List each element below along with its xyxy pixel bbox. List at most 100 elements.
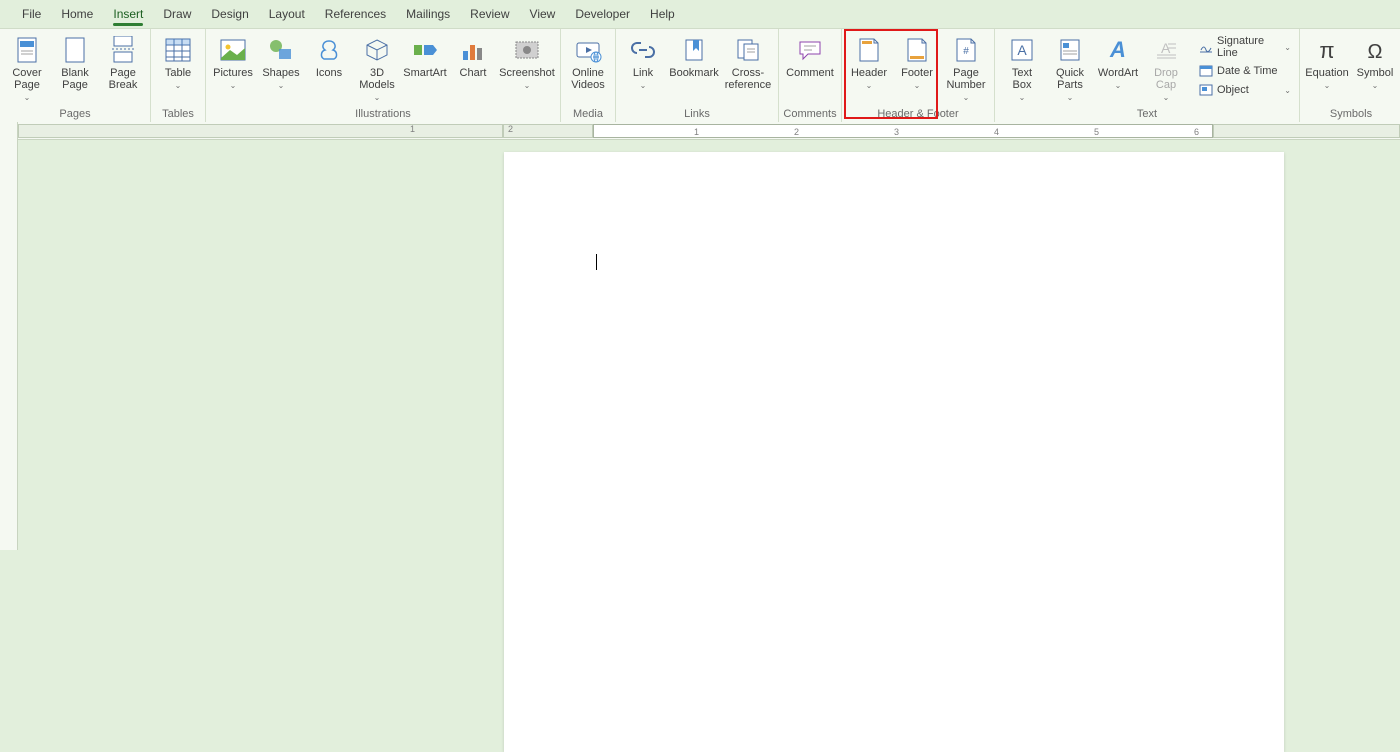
smartart-icon [410,35,440,65]
date-time-icon [1199,64,1213,78]
chevron-down-icon: ⌄ [374,93,381,102]
header-icon [854,35,884,65]
pictures-icon [218,35,248,65]
3d-models-button[interactable]: 3DModels ⌄ [354,31,400,105]
group-tables-label: Tables [162,106,194,122]
drop-cap-label: DropCap [1154,67,1178,91]
group-text: A TextBox ⌄ QuickParts ⌄ A WordArt ⌄ [995,29,1300,122]
object-button[interactable]: Object ⌄ [1195,81,1295,99]
ruler-tick: 5 [1094,127,1099,137]
quick-parts-button[interactable]: QuickParts ⌄ [1047,31,1093,105]
header-button[interactable]: Header ⌄ [846,31,892,105]
bookmark-button[interactable]: Bookmark [668,31,720,105]
menu-developer[interactable]: Developer [565,3,640,25]
screenshot-icon [512,35,542,65]
quick-parts-label: QuickParts [1056,67,1084,91]
symbol-label: Symbol [1357,67,1394,79]
chevron-down-icon: ⌄ [1284,43,1291,52]
group-links: Link ⌄ Bookmark Cross-reference Links [616,29,779,122]
group-comments: Comment Comments [779,29,842,122]
menu-file[interactable]: File [12,3,51,25]
chevron-down-icon: ⌄ [1115,81,1122,90]
drop-cap-button[interactable]: A DropCap ⌄ [1143,31,1189,105]
icons-button[interactable]: Icons [306,31,352,105]
vertical-ruler[interactable] [0,122,18,550]
menu-references[interactable]: References [315,3,396,25]
header-label: Header [851,67,887,79]
svg-text:Ω: Ω [1368,41,1383,63]
chevron-down-icon: ⌄ [1019,93,1026,102]
group-symbols: π Equation ⌄ Ω Symbol ⌄ Symbols [1300,29,1400,122]
pictures-button[interactable]: Pictures ⌄ [210,31,256,105]
horizontal-ruler[interactable]: 1 2 3 4 5 6 1 2 [18,122,1400,140]
smartart-button[interactable]: SmartArt [402,31,448,105]
object-label: Object [1217,84,1249,96]
chevron-down-icon: ⌄ [278,81,285,90]
object-icon [1199,83,1213,97]
group-header-footer-label: Header & Footer [877,106,958,122]
signature-line-icon [1199,40,1213,54]
group-symbols-label: Symbols [1330,106,1372,122]
cover-page-label: CoverPage [12,67,41,91]
table-button[interactable]: Table ⌄ [155,31,201,105]
ribbon: CoverPage ⌄ BlankPage PageBreak Pages [0,28,1400,122]
table-label: Table [165,67,191,79]
link-label: Link [633,67,653,79]
pictures-label: Pictures [213,67,253,79]
chevron-down-icon: ⌄ [24,93,31,102]
chart-label: Chart [460,67,487,79]
cover-page-icon [12,35,42,65]
menu-draw[interactable]: Draw [153,3,201,25]
ruler-tick: 4 [994,127,999,137]
cover-page-button[interactable]: CoverPage ⌄ [4,31,50,105]
menu-review[interactable]: Review [460,3,519,25]
document-page[interactable] [504,152,1284,752]
group-media-label: Media [573,106,603,122]
footer-button[interactable]: Footer ⌄ [894,31,940,105]
blank-page-button[interactable]: BlankPage [52,31,98,105]
menu-insert[interactable]: Insert [103,3,153,25]
svg-text:π: π [1319,38,1334,63]
signature-line-label: Signature Line [1217,35,1280,59]
online-videos-button[interactable]: OnlineVideos [565,31,611,105]
page-break-button[interactable]: PageBreak [100,31,146,105]
wordart-label: WordArt [1098,67,1138,79]
symbol-button[interactable]: Ω Symbol ⌄ [1352,31,1398,105]
blank-page-label: BlankPage [61,67,89,91]
online-videos-label: OnlineVideos [571,67,604,91]
chevron-down-icon: ⌄ [640,81,647,90]
chevron-down-icon: ⌄ [1067,93,1074,102]
chevron-down-icon: ⌄ [866,81,873,90]
chevron-down-icon: ⌄ [1372,81,1379,90]
menu-help[interactable]: Help [640,3,685,25]
wordart-button[interactable]: A WordArt ⌄ [1095,31,1141,105]
menu-view[interactable]: View [520,3,566,25]
cross-reference-button[interactable]: Cross-reference [722,31,774,105]
screenshot-button[interactable]: Screenshot ⌄ [498,31,556,105]
menu-design[interactable]: Design [201,3,258,25]
menu-home[interactable]: Home [51,3,103,25]
text-box-button[interactable]: A TextBox ⌄ [999,31,1045,105]
icons-icon [314,35,344,65]
shapes-button[interactable]: Shapes ⌄ [258,31,304,105]
chevron-down-icon: ⌄ [914,81,921,90]
comment-button[interactable]: Comment [783,31,837,105]
svg-text:A: A [1017,42,1027,58]
equation-button[interactable]: π Equation ⌄ [1304,31,1350,105]
chevron-down-icon: ⌄ [963,93,970,102]
link-button[interactable]: Link ⌄ [620,31,666,105]
menu-layout[interactable]: Layout [259,3,315,25]
screenshot-label: Screenshot [499,67,555,79]
symbol-icon: Ω [1360,35,1390,65]
text-cursor [596,254,597,270]
page-break-icon [108,35,138,65]
date-time-button[interactable]: Date & Time [1195,62,1295,80]
menu-mailings[interactable]: Mailings [396,3,460,25]
chart-button[interactable]: Chart [450,31,496,105]
comment-icon [795,35,825,65]
page-number-button[interactable]: # PageNumber ⌄ [942,31,990,105]
signature-line-button[interactable]: Signature Line ⌄ [1195,33,1295,61]
ruler-tick: 3 [894,127,899,137]
chevron-down-icon: ⌄ [230,81,237,90]
3d-models-icon [362,35,392,65]
